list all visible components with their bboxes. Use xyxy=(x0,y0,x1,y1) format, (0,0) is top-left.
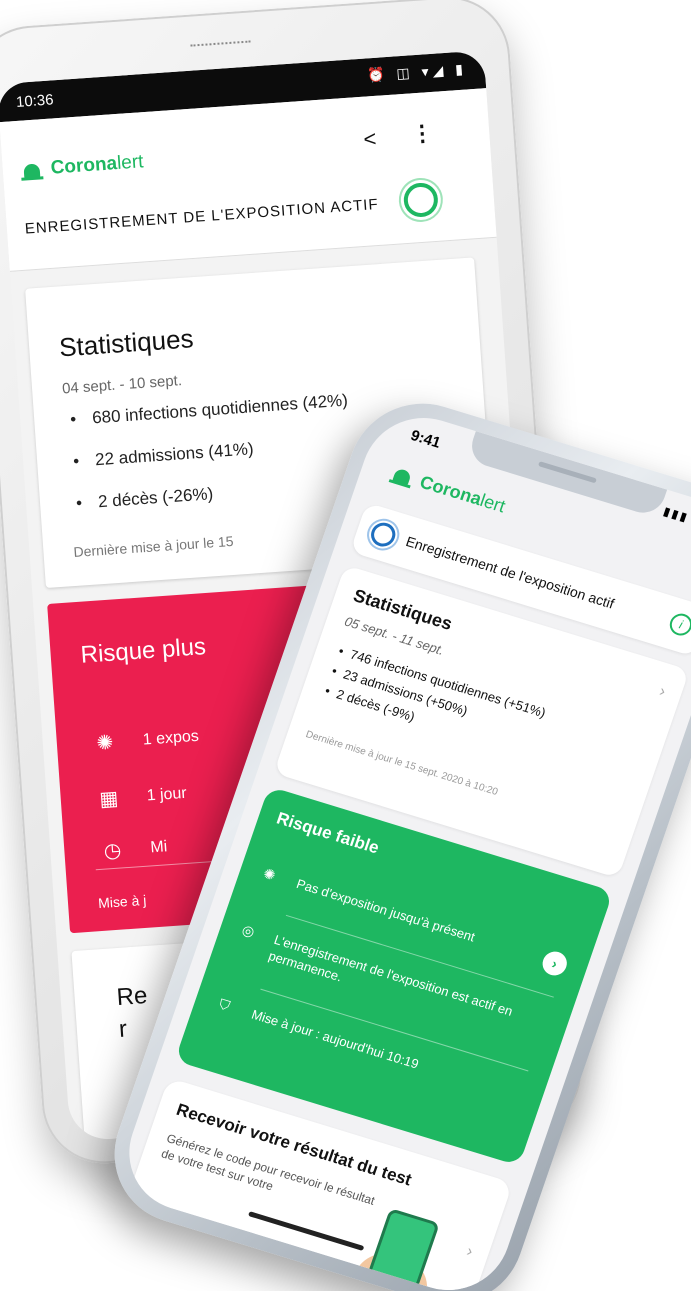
statistics-item: 22 admissions (41%) xyxy=(73,432,352,471)
risk-row-text: 1 jour xyxy=(146,784,188,805)
risk-row-text: Mise à jour : aujourd'hui 10:19 xyxy=(249,1006,421,1072)
bell-icon xyxy=(20,157,44,182)
risk-row-text: 1 expos xyxy=(142,727,200,749)
risk-row: ◷ Mi xyxy=(94,834,168,864)
virus-icon: ✺ xyxy=(95,731,115,755)
statistics-item: 2 décès (-26%) xyxy=(75,474,354,513)
status-icons: ⏰ ◫ ▾◢ ▮ xyxy=(366,60,468,84)
statistics-title: Statistiques xyxy=(58,323,195,363)
test-card-title-line: r xyxy=(118,1015,128,1044)
status-time: 10:36 xyxy=(15,91,55,111)
risk-footer: Mise à j xyxy=(97,891,147,912)
logo-text-light: lert xyxy=(116,151,145,175)
logo-text-bold: Corona xyxy=(49,153,118,179)
risk-row-text: Mi xyxy=(149,837,168,856)
share-icon[interactable]: < xyxy=(363,126,378,153)
statistics-updated: Dernière mise à jour le 15 xyxy=(72,532,235,561)
risk-row-text: Pas d'exposition jusqu'à présent xyxy=(294,876,477,945)
test-card-title-line: Re xyxy=(115,982,149,1012)
risk-title: Risque faible xyxy=(274,808,382,858)
statistics-list: 680 infections quotidiennes (42%) 22 adm… xyxy=(70,391,356,536)
exposure-pulse-icon xyxy=(367,519,399,550)
shield-icon: ⛉ xyxy=(216,995,233,1014)
risk-row: ✺ 1 expos xyxy=(86,724,200,757)
check-circle-icon: ◎ xyxy=(240,921,257,940)
virus-icon: ✺ xyxy=(261,864,278,884)
exposure-status-label: ENREGISTREMENT DE L'EXPOSITION ACTIF xyxy=(24,195,380,238)
status-icons: ▮▮▮ ◠ ▭ xyxy=(661,503,691,535)
statistics-item: 680 infections quotidiennes (42%) xyxy=(70,391,349,430)
clock-icon: ◷ xyxy=(103,839,122,863)
bell-icon xyxy=(388,461,417,490)
logo-text-light: lert xyxy=(477,489,509,516)
status-time: 9:41 xyxy=(408,426,443,452)
calendar-icon: ▦ xyxy=(98,787,120,811)
risk-title: Risque plus xyxy=(79,633,207,669)
chevron-right-icon: › xyxy=(657,682,668,701)
info-icon[interactable]: i xyxy=(666,610,691,639)
exposure-pulse-icon xyxy=(402,181,439,219)
statistics-period: 04 sept. - 10 sept. xyxy=(61,372,183,398)
risk-row: ▦ 1 jour xyxy=(90,781,188,813)
chevron-right-icon: › xyxy=(464,1242,475,1261)
app-logo: Corona lert xyxy=(388,461,509,518)
app-logo: Corona lert xyxy=(20,150,144,183)
logo-text-bold: Corona xyxy=(417,471,485,509)
more-options-icon[interactable]: ⋮ xyxy=(410,120,434,147)
android-speaker xyxy=(190,40,251,49)
